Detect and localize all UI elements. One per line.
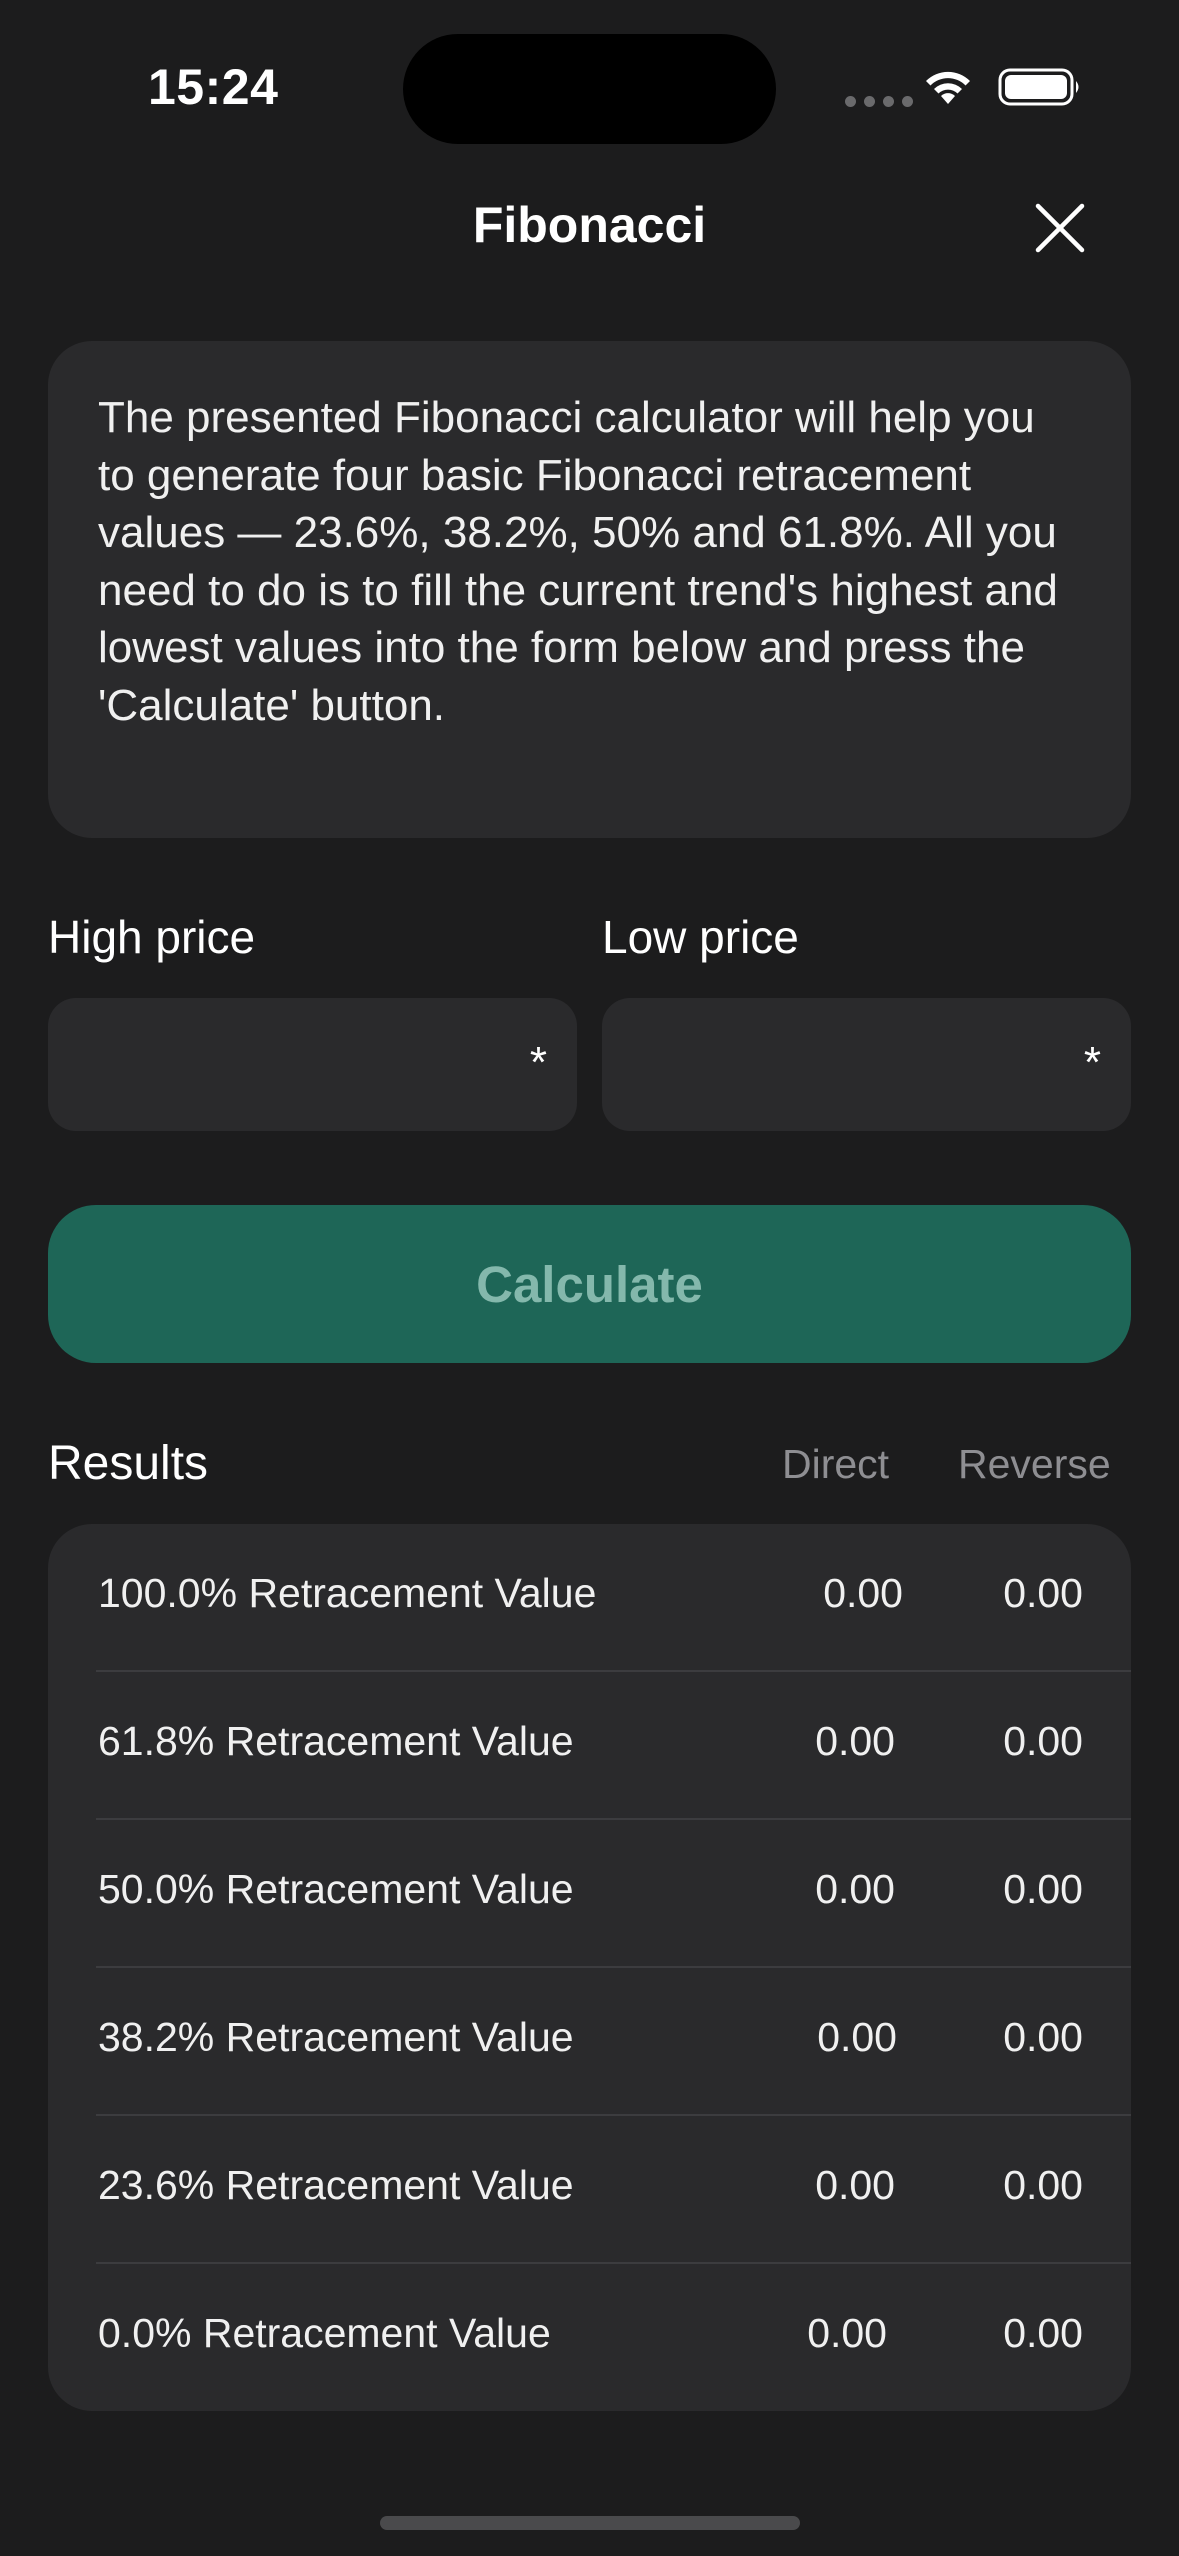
row-reverse-value: 0.00	[1003, 2162, 1083, 2208]
reverse-column-header: Reverse	[958, 1441, 1111, 1487]
required-asterisk: *	[1083, 1038, 1101, 1087]
row-direct-value: 0.00	[815, 1866, 895, 1912]
row-label: 100.0% Retracement Value	[98, 1570, 597, 1616]
low-price-input[interactable]	[632, 998, 1066, 1133]
table-row: 61.8% Retracement Value 0.00 0.00	[48, 1672, 1131, 1820]
row-label: 0.0% Retracement Value	[98, 2310, 551, 2356]
row-direct-value: 0.00	[807, 2310, 887, 2356]
info-description: The presented Fibonacci calculator will …	[98, 393, 1058, 730]
status-bar: 15:24	[0, 0, 1179, 170]
row-label: 50.0% Retracement Value	[98, 1866, 574, 1912]
status-time: 15:24	[148, 59, 279, 115]
direct-column-header: Direct	[782, 1441, 890, 1487]
high-price-input[interactable]	[78, 998, 512, 1133]
battery-icon	[998, 68, 1079, 106]
row-label: 61.8% Retracement Value	[98, 1718, 574, 1764]
row-direct-value: 0.00	[817, 2014, 897, 2060]
row-label: 38.2% Retracement Value	[98, 2014, 574, 2060]
signal-dots-icon	[845, 96, 913, 107]
row-reverse-value: 0.00	[1003, 2014, 1083, 2060]
high-price-field[interactable]: *	[48, 998, 577, 1133]
results-table: 100.0% Retracement Value 0.00 0.00 61.8%…	[48, 1524, 1131, 2411]
low-price-label: Low price	[602, 911, 799, 963]
row-direct-value: 0.00	[815, 1718, 895, 1764]
row-reverse-value: 0.00	[1003, 1718, 1083, 1764]
low-price-field[interactable]: *	[602, 998, 1131, 1133]
wifi-icon	[926, 71, 970, 104]
row-direct-value: 0.00	[823, 1570, 903, 1616]
home-indicator[interactable]	[380, 2516, 800, 2530]
table-row: 100.0% Retracement Value 0.00 0.00	[48, 1524, 1131, 1672]
row-reverse-value: 0.00	[1003, 1866, 1083, 1912]
calculate-button[interactable]: Calculate	[48, 1205, 1131, 1363]
row-label: 23.6% Retracement Value	[98, 2162, 574, 2208]
row-direct-value: 0.00	[815, 2162, 895, 2208]
table-row: 0.0% Retracement Value 0.00 0.00	[48, 2264, 1131, 2411]
dynamic-island	[403, 34, 776, 144]
required-asterisk: *	[529, 1038, 547, 1087]
page-title: Fibonacci	[472, 197, 707, 253]
table-row: 50.0% Retracement Value 0.00 0.00	[48, 1820, 1131, 1968]
table-row: 38.2% Retracement Value 0.00 0.00	[48, 1968, 1131, 2116]
row-reverse-value: 0.00	[1003, 1570, 1083, 1616]
results-title: Results	[48, 1437, 209, 1490]
info-card: The presented Fibonacci calculator will …	[48, 341, 1131, 838]
close-icon[interactable]	[1030, 198, 1090, 258]
row-reverse-value: 0.00	[1003, 2310, 1083, 2356]
table-row: 23.6% Retracement Value 0.00 0.00	[48, 2116, 1131, 2264]
high-price-label: High price	[48, 911, 256, 963]
